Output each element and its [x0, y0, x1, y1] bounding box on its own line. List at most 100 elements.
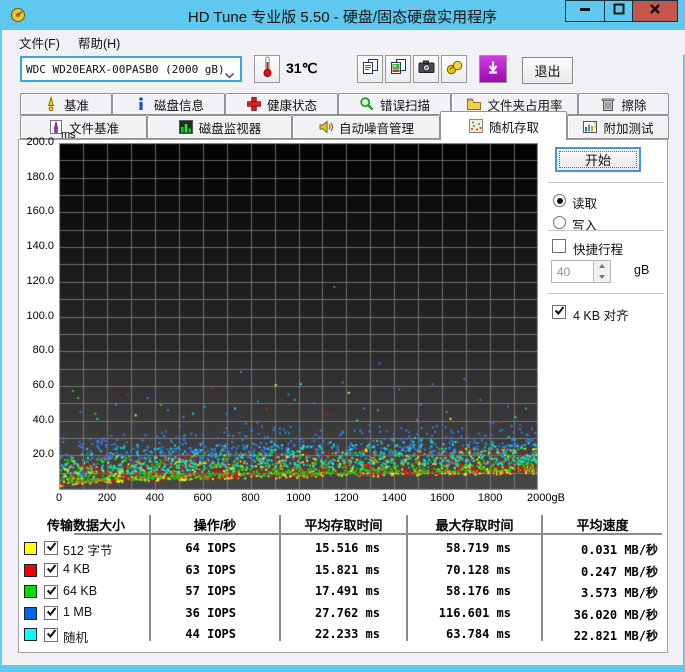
camera-icon — [418, 59, 435, 79]
tab-磁盘监视器[interactable]: 磁盘监视器 — [147, 115, 292, 139]
cell-max: 58.176 ms — [445, 584, 511, 598]
read-radio-label[interactable]: 读取 — [572, 193, 597, 212]
align-4kb-checkbox[interactable] — [552, 305, 566, 319]
x-axis-tick: 2000gB — [527, 492, 565, 504]
cell-speed: 0.031 MB/秒 — [580, 542, 658, 557]
spin-down-button[interactable] — [593, 271, 610, 282]
tab-自动噪音管理[interactable]: 自动噪音管理 — [292, 115, 440, 139]
check-icon — [46, 626, 57, 644]
temperature-button[interactable] — [254, 55, 280, 83]
close-button[interactable] — [632, 0, 678, 22]
cell-max: 63.784 ms — [445, 627, 511, 641]
disk-monitor-icon — [178, 119, 194, 135]
cell-avg: 22.233 ms — [314, 627, 380, 641]
health-icon — [246, 96, 262, 112]
table-header-1: 传输数据大小 — [46, 518, 125, 533]
series-color-swatch — [24, 628, 37, 641]
series-color-swatch — [24, 606, 37, 620]
copy-image-button[interactable] — [385, 55, 411, 83]
update-download-button[interactable] — [479, 55, 507, 83]
exit-button[interactable]: 退出 — [522, 57, 573, 84]
series-label: 随机 — [63, 630, 89, 645]
cell-ops: 63 IOPS — [185, 562, 236, 577]
tab-磁盘信息[interactable]: 磁盘信息 — [112, 93, 225, 115]
series-visible-checkbox[interactable] — [44, 541, 58, 555]
tab-label: 磁盘监视器 — [198, 121, 262, 136]
check-icon — [554, 303, 565, 321]
title-bar: HD Tune 专业版 5.50 - 硬盘/固态硬盘实用程序 — [2, 0, 683, 30]
check-icon — [46, 583, 57, 601]
menu-item[interactable]: 帮助(H) — [69, 30, 129, 55]
screenshot-button[interactable] — [413, 55, 439, 83]
chevron-down-icon — [224, 66, 235, 84]
capacity-unit-label: gB — [634, 263, 650, 277]
read-radio[interactable] — [553, 194, 566, 207]
tab-附加测试[interactable]: 附加测试 — [567, 115, 669, 139]
check-icon — [46, 561, 57, 579]
close-icon — [649, 2, 661, 20]
short-stroke-checkbox[interactable] — [552, 239, 566, 253]
copy-image-icon — [390, 58, 407, 80]
tab-label: 磁盘信息 — [153, 98, 204, 113]
cell-ops: 44 IOPS — [185, 627, 236, 641]
series-color-swatch — [24, 563, 37, 577]
tab-label: 随机存取 — [488, 120, 539, 135]
separator — [548, 293, 664, 294]
cell-max: 70.128 ms — [445, 562, 511, 577]
series-color-swatch — [24, 585, 37, 598]
cell-max: 58.719 ms — [445, 540, 511, 555]
start-button[interactable]: 开始 — [555, 147, 641, 172]
minimize-button[interactable] — [565, 0, 605, 22]
check-icon — [46, 604, 57, 622]
check-icon — [46, 539, 57, 557]
table-header-5: 平均速度 — [576, 518, 629, 533]
copy-text-icon — [362, 58, 379, 80]
download-arrow-icon — [486, 60, 500, 79]
cell-avg: 15.516 ms — [314, 540, 380, 555]
tab-健康状态[interactable]: 健康状态 — [225, 93, 338, 115]
series-label: 1 MB — [63, 605, 93, 619]
y-axis-tick: 100.0 — [26, 309, 54, 322]
tab-label: 健康状态 — [266, 98, 317, 113]
maximize-icon — [613, 2, 625, 20]
short-stroke-capacity-input[interactable]: 40 — [551, 260, 611, 283]
separator — [548, 182, 664, 183]
table-column-divider — [406, 515, 408, 641]
tab-label: 错误扫描 — [379, 98, 430, 113]
series-visible-checkbox[interactable] — [44, 563, 58, 577]
tab-随机存取[interactable]: 随机存取 — [440, 111, 567, 140]
drive-select[interactable]: WDC WD20EARX-00PASB0 (2000 gB) — [20, 56, 242, 82]
menu-item[interactable]: 文件(F) — [10, 30, 69, 55]
table-header-3: 平均存取时间 — [304, 518, 383, 533]
y-axis-tick: 140.0 — [26, 240, 54, 253]
series-visible-checkbox[interactable] — [44, 626, 58, 644]
y-axis-tick: 20.0 — [32, 448, 54, 461]
write-radio[interactable] — [553, 216, 566, 229]
short-stroke-label[interactable]: 快捷行程 — [573, 239, 623, 258]
cell-avg: 15.821 ms — [314, 562, 380, 577]
maximize-button[interactable] — [604, 0, 633, 22]
series-label: 512 字节 — [63, 544, 113, 558]
copy-text-button[interactable] — [357, 55, 383, 83]
disk-info-icon — [133, 96, 149, 112]
temperature-value: 31℃ — [286, 60, 318, 76]
tab-label: 附加测试 — [603, 121, 654, 136]
y-axis-unit: ms — [61, 129, 76, 141]
app-window: HD Tune 专业版 5.50 - 硬盘/固态硬盘实用程序 文件(F) 帮助(H… — [0, 0, 685, 672]
table-column-divider — [149, 515, 151, 641]
y-axis-tick: 200.0 — [26, 136, 54, 148]
tab-label: 擦除 — [621, 98, 647, 113]
short-stroke-capacity-value: 40 — [557, 265, 571, 279]
series-visible-checkbox[interactable] — [44, 583, 58, 601]
tab-错误扫描[interactable]: 错误扫描 — [338, 93, 451, 115]
special-gold-button[interactable] — [441, 55, 467, 83]
align-4kb-label[interactable]: 4 KB 对齐 — [573, 305, 629, 324]
folder-usage-icon — [466, 96, 482, 112]
write-radio-label[interactable]: 写入 — [572, 215, 597, 234]
y-axis-tick: 60.0 — [32, 378, 54, 391]
series-label: 4 KB — [63, 562, 91, 576]
tab-擦除[interactable]: 擦除 — [578, 93, 669, 115]
tab-基准[interactable]: 基准 — [20, 93, 112, 115]
series-visible-checkbox[interactable] — [44, 606, 58, 620]
cell-ops: 57 IOPS — [185, 584, 236, 598]
